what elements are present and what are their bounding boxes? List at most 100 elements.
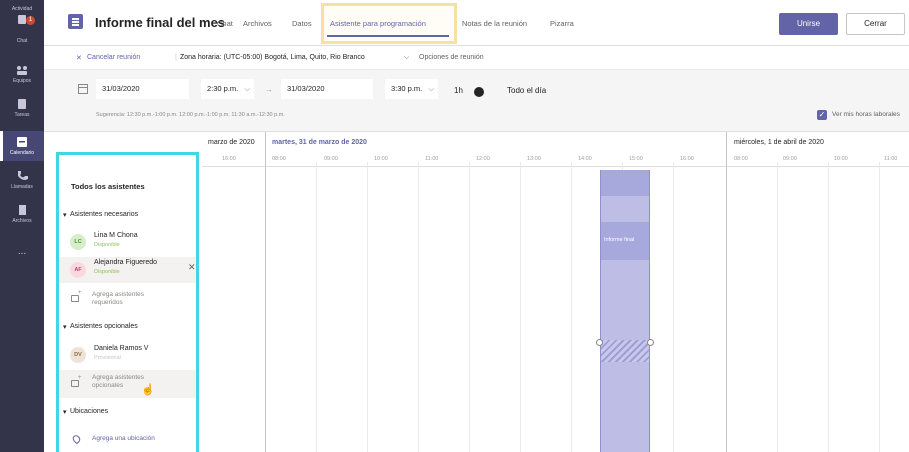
- duration-label: 1h: [454, 86, 463, 95]
- attendee-status: Disponible: [94, 269, 120, 275]
- close-button[interactable]: Cerrar: [846, 13, 905, 35]
- required-section-chevron-icon[interactable]: ▾: [63, 211, 67, 219]
- cancel-meeting-link[interactable]: Cancelar reunión: [87, 54, 140, 61]
- day-divider: [726, 132, 727, 452]
- resize-handle-right[interactable]: [647, 339, 654, 346]
- join-button[interactable]: Unirse: [779, 13, 838, 35]
- chevron-down-icon: ⌵: [244, 84, 251, 93]
- timezone-selector[interactable]: Zona horaria: (UTC-05:00) Bogotá, Lima, …: [180, 54, 365, 61]
- meeting-options-link[interactable]: Opciones de reunión: [419, 54, 484, 61]
- rail-more[interactable]: ...: [0, 246, 44, 260]
- suggestions-text[interactable]: Sugerencia: 12:30 p.m.-1:00 p.m. 12:00 p…: [96, 112, 285, 118]
- tasks-icon: [18, 99, 26, 109]
- hour-label: 09:00: [783, 156, 797, 162]
- tab-scheduling-assistant[interactable]: Asistente para programación: [330, 19, 426, 28]
- hour-label: 11:00: [425, 156, 439, 162]
- locations-section-label[interactable]: Ubicaciones: [70, 408, 108, 415]
- start-time-value: 2:30 p.m.: [207, 84, 239, 93]
- add-required-attendees[interactable]: Agrega asistentes requeridos: [92, 291, 172, 307]
- hour-label: 11:00: [884, 156, 898, 162]
- optional-section-chevron-icon[interactable]: ▾: [63, 323, 67, 331]
- meeting-time-block[interactable]: Informe final: [600, 170, 650, 452]
- meeting-busy-slot: [601, 170, 649, 196]
- meeting-title-icon: [68, 14, 83, 29]
- rail-teams[interactable]: Equipos: [0, 64, 44, 90]
- rail-calls[interactable]: Llamadas: [0, 170, 44, 196]
- end-time-field[interactable]: 3:30 p.m. ⌵: [385, 79, 438, 99]
- working-hours-checkbox[interactable]: ✓: [817, 110, 827, 120]
- rail-tasks[interactable]: Tareas: [0, 98, 44, 124]
- teams-label: Equipos: [12, 78, 32, 84]
- mouse-cursor-icon: ☝: [141, 384, 155, 396]
- active-tab-underline: [327, 35, 449, 37]
- hour-label: 16:00: [222, 156, 236, 162]
- locations-section-chevron-icon[interactable]: ▾: [63, 408, 67, 416]
- all-attendees-label: Todos los asistentes: [71, 182, 145, 191]
- header-divider: [202, 166, 909, 167]
- hour-label: 14:00: [578, 156, 592, 162]
- required-section-label[interactable]: Asistentes necesarios: [70, 211, 138, 218]
- hour-line: [316, 162, 317, 452]
- hour-line: [879, 162, 880, 452]
- remove-attendee-icon[interactable]: ✕: [188, 262, 196, 273]
- resize-handle-left[interactable]: [596, 339, 603, 346]
- avatar: DV: [70, 347, 86, 363]
- hour-label: 15:00: [629, 156, 643, 162]
- avatar: LC: [70, 234, 86, 250]
- hour-label: 10:00: [374, 156, 388, 162]
- files-label: Archivos: [12, 218, 32, 224]
- phone-icon: [18, 171, 28, 180]
- rail-files[interactable]: Archivos: [0, 204, 44, 230]
- hour-label: 10:00: [834, 156, 848, 162]
- separator: |: [175, 54, 177, 61]
- arrow-right-icon: →: [265, 85, 273, 94]
- chat-label: Chat: [16, 38, 28, 44]
- add-optional-attendees[interactable]: Agrega asistentes opcionales: [92, 374, 172, 390]
- hour-label: 08:00: [734, 156, 748, 162]
- hour-label: 16:00: [680, 156, 694, 162]
- hour-line: [418, 162, 419, 452]
- hour-line: [777, 162, 778, 452]
- avatar: AF: [70, 262, 86, 278]
- tab-chat[interactable]: Chat: [217, 19, 233, 28]
- start-time-field[interactable]: 2:30 p.m. ⌵: [201, 79, 254, 99]
- teams-icon: [17, 66, 27, 75]
- attendees-panel: Todos los asistentes ▾ Asistentes necesa…: [56, 152, 199, 452]
- tab-files[interactable]: Archivos: [243, 19, 272, 28]
- hour-line: [571, 162, 572, 452]
- attendee-name: Lina M Chona: [94, 232, 138, 239]
- calendar-label: Calendario: [9, 150, 35, 156]
- end-date-field[interactable]: 31/03/2020: [281, 79, 373, 99]
- all-day-label: Todo el día: [507, 86, 547, 95]
- working-hours-label: Ver mis horas laborales: [832, 111, 900, 118]
- cancel-icon[interactable]: ✕: [76, 54, 82, 62]
- hour-line: [367, 162, 368, 452]
- hour-line: [673, 162, 674, 452]
- tab-data[interactable]: Datos: [292, 19, 312, 28]
- hour-label: 09:00: [324, 156, 338, 162]
- tab-whiteboard[interactable]: Pizarra: [550, 19, 574, 28]
- calls-label: Llamadas: [11, 184, 33, 190]
- tab-meeting-notes[interactable]: Notas de la reunión: [462, 19, 527, 28]
- tasks-label: Tareas: [14, 112, 30, 118]
- all-day-toggle[interactable]: [474, 87, 484, 97]
- next-day-label: miércoles, 1 de abril de 2020: [734, 139, 824, 146]
- attendee-name: Daniela Ramos V: [94, 345, 149, 352]
- meeting-title: Informe final del mes: [95, 15, 226, 30]
- files-icon: [19, 205, 26, 215]
- rail-chat[interactable]: Chat: [0, 38, 44, 58]
- app-rail: Actividad 1 Chat Equipos Tareas Calendar…: [0, 0, 44, 452]
- options-bar: ✕ Cancelar reunión | Zona horaria: (UTC-…: [44, 46, 909, 70]
- optional-section-label[interactable]: Asistentes opcionales: [70, 323, 138, 330]
- chevron-down-icon[interactable]: ⌵: [404, 54, 409, 62]
- datetime-row: 31/03/2020 2:30 p.m. ⌵ → 31/03/2020 3:30…: [44, 70, 909, 132]
- rail-activity[interactable]: Actividad 1: [0, 6, 44, 36]
- add-location-link[interactable]: Agrega una ubicación: [92, 435, 155, 443]
- hour-label: 12:00: [476, 156, 490, 162]
- start-date-field[interactable]: 31/03/2020: [96, 79, 189, 99]
- hour-line: [520, 162, 521, 452]
- day-divider: [265, 132, 266, 452]
- rail-calendar[interactable]: Calendario: [0, 131, 44, 161]
- attendee-status: Provisional: [94, 355, 121, 361]
- attendee-name: Alejandra Figueredo: [94, 259, 158, 266]
